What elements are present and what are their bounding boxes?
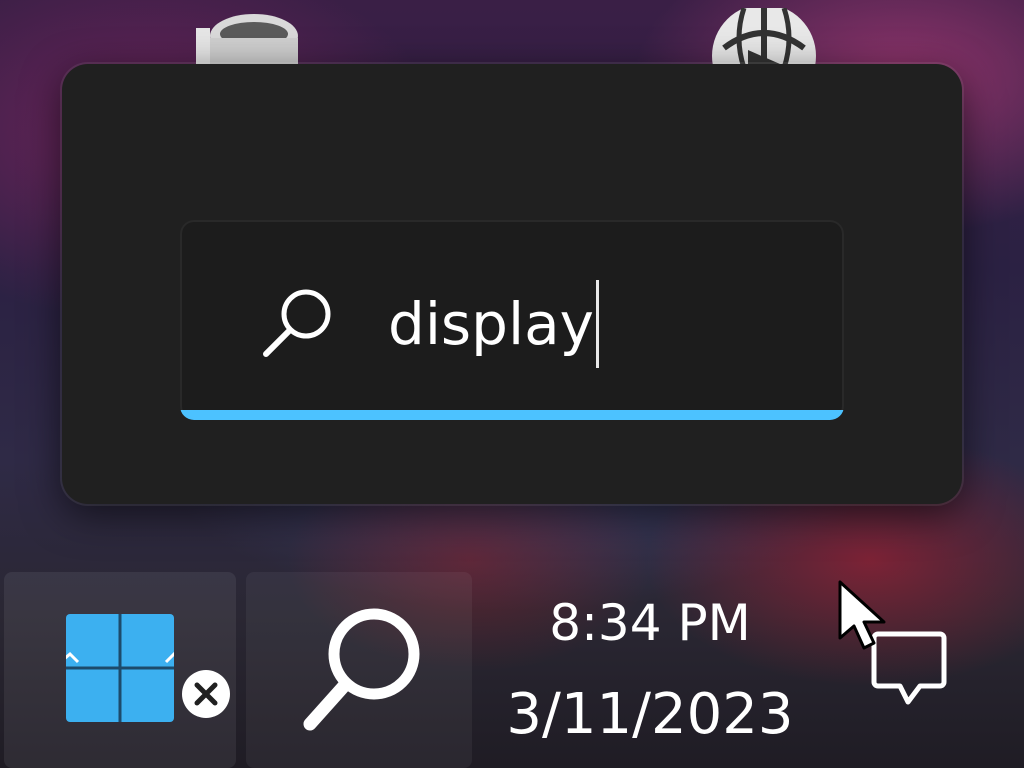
search-icon bbox=[298, 606, 424, 736]
close-badge-icon bbox=[180, 668, 232, 720]
search-icon bbox=[262, 286, 336, 360]
search-flyout: display bbox=[62, 64, 962, 504]
recycle-bin-desktop-icon[interactable] bbox=[196, 8, 308, 72]
search-input[interactable]: display bbox=[388, 280, 599, 368]
media-player-desktop-icon[interactable] bbox=[704, 4, 816, 108]
clock-time: 8:34 PM bbox=[549, 594, 751, 652]
mouse-cursor-icon bbox=[836, 580, 892, 652]
search-box[interactable]: display bbox=[180, 220, 844, 420]
clock-date: 3/11/2023 bbox=[506, 682, 794, 747]
windows-logo-icon bbox=[43, 614, 184, 722]
start-button[interactable] bbox=[4, 572, 236, 768]
taskbar-clock[interactable]: 8:34 PM 3/11/2023 bbox=[500, 588, 800, 752]
taskbar-search-button[interactable] bbox=[246, 572, 472, 768]
search-query-text: display bbox=[388, 290, 594, 358]
text-caret bbox=[595, 280, 599, 368]
search-box-focus-underline bbox=[180, 410, 844, 420]
